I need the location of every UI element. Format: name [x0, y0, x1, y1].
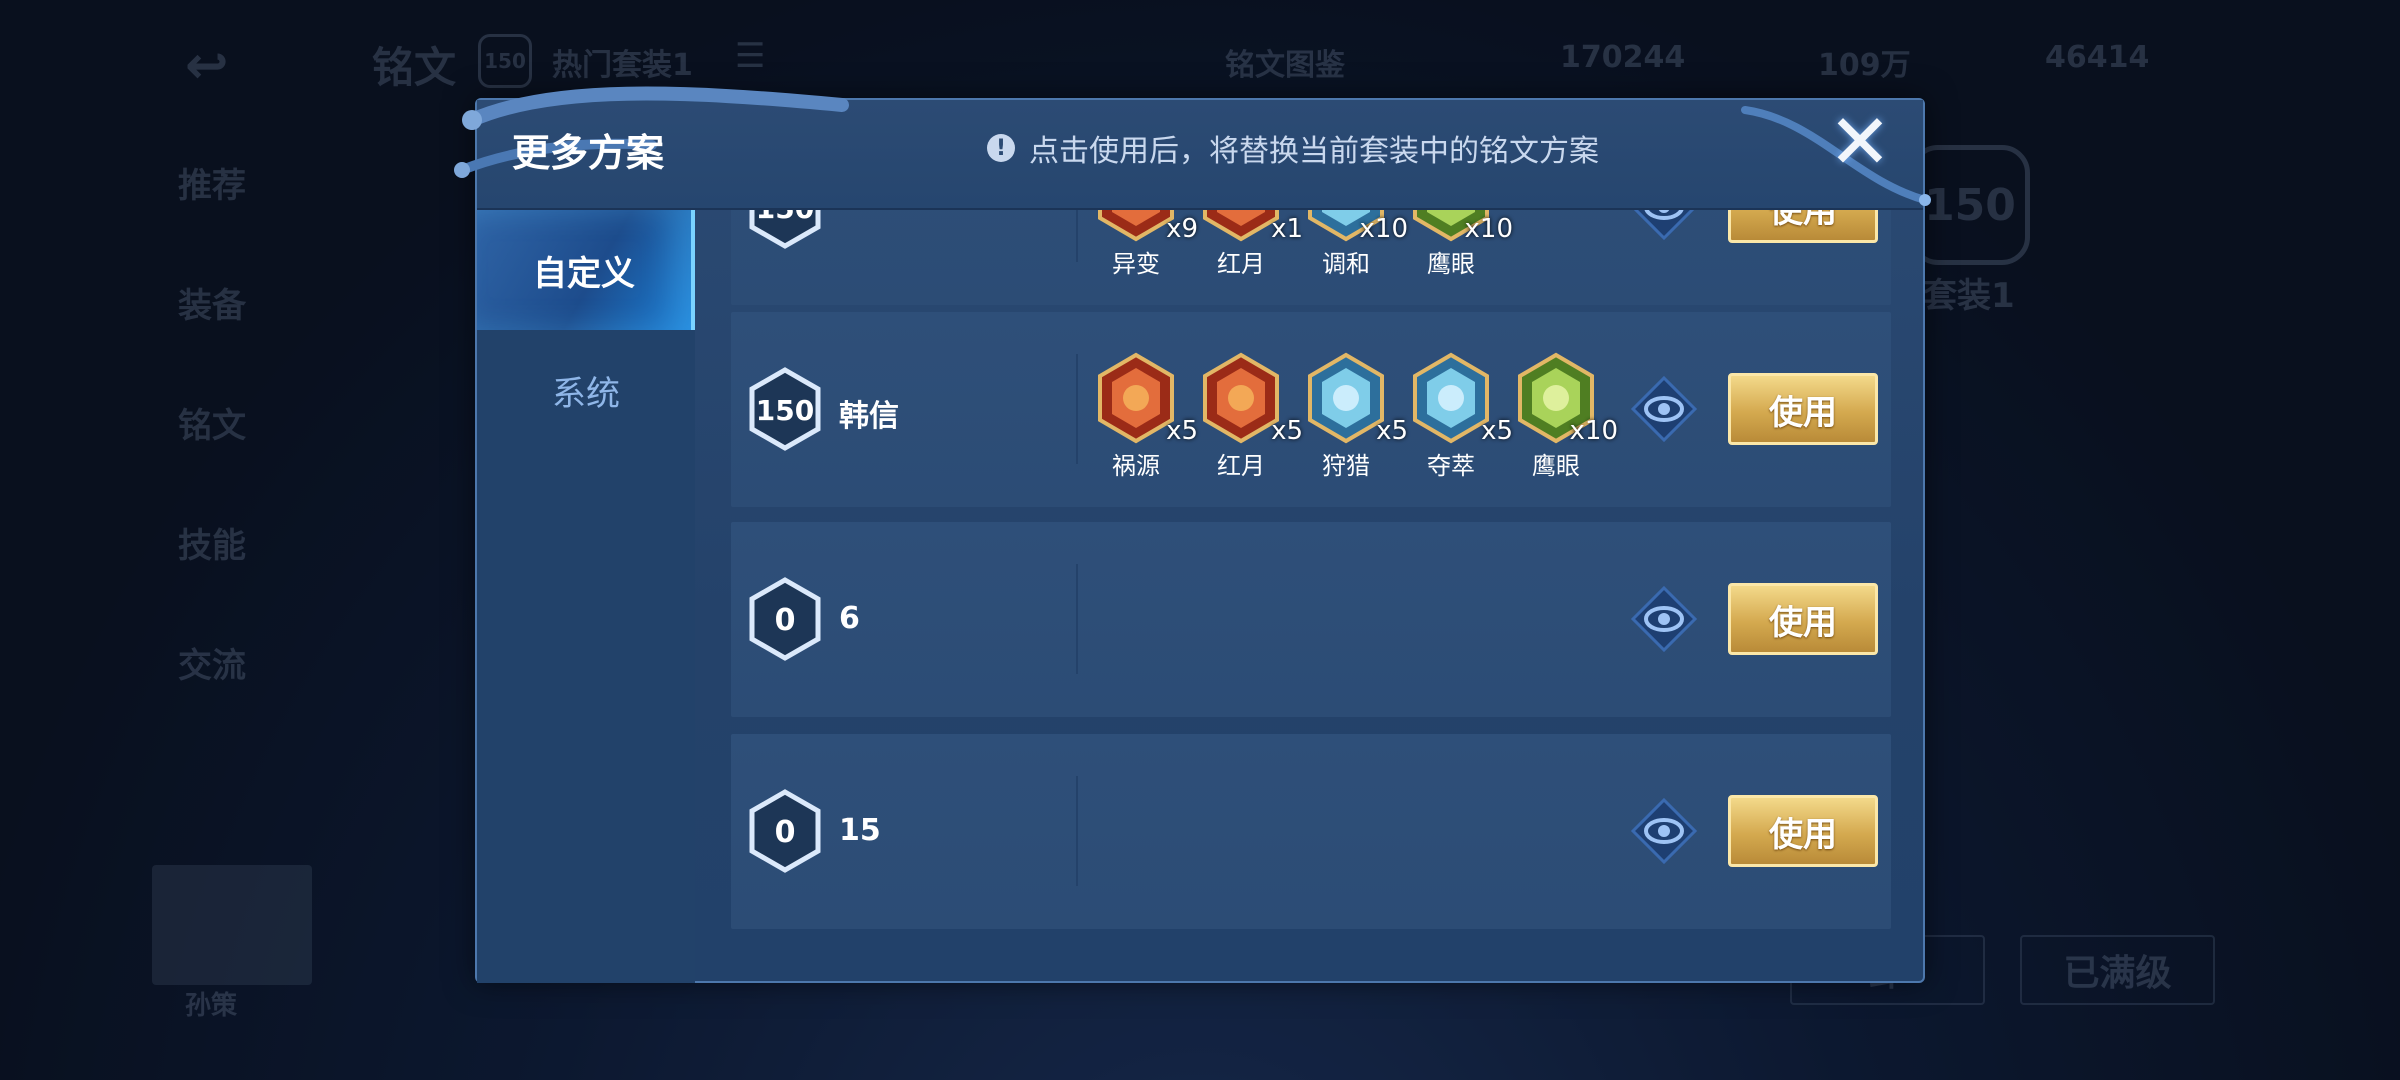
rune-item[interactable]: x5 红月	[1201, 352, 1303, 481]
rune-blue-icon	[1413, 352, 1489, 444]
row-divider	[1076, 354, 1078, 464]
rune-name: 鹰眼	[1532, 452, 1580, 480]
rune-name: 红月	[1217, 452, 1265, 480]
rune-red-icon	[1098, 352, 1174, 444]
rune-count: x10	[1464, 214, 1513, 244]
more-plans-modal: 更多方案 ! 点击使用后，将替换当前套装中的铭文方案 ✕ 自定义 系统 150 …	[454, 86, 1931, 983]
plan-list[interactable]: 150 x9 异变 x1 红月 x10 调	[731, 210, 1891, 970]
row-divider	[1076, 776, 1078, 886]
plan-row: 0 15 使用	[731, 734, 1891, 929]
level-hex-icon: 150	[749, 210, 821, 249]
row-divider	[1076, 564, 1078, 674]
rune-count: x9	[1166, 214, 1198, 244]
use-button[interactable]: 使用	[1728, 373, 1878, 445]
rune-count: x5	[1271, 416, 1303, 446]
modal-hint: ! 点击使用后，将替换当前套装中的铭文方案	[987, 126, 1599, 170]
rune-name: 狩猎	[1322, 452, 1370, 480]
level-value: 150	[756, 394, 814, 427]
rune-name: 祸源	[1112, 452, 1160, 480]
modal-header: 更多方案 ! 点击使用后，将替换当前套装中的铭文方案 ✕	[454, 86, 1931, 210]
rune-name: 红月	[1217, 250, 1265, 278]
rune-red-icon	[1203, 352, 1279, 444]
eye-icon[interactable]	[1631, 210, 1697, 240]
rune-item[interactable]: x10 鹰眼	[1516, 352, 1618, 481]
rune-count: x10	[1359, 214, 1408, 244]
plan-row: 0 6 使用	[731, 522, 1891, 717]
rune-count: x5	[1166, 416, 1198, 446]
rune-red-icon	[1098, 210, 1174, 242]
rune-count: x10	[1569, 416, 1618, 446]
rune-name: 调和	[1322, 250, 1370, 278]
rune-count: x5	[1376, 416, 1408, 446]
tab-system[interactable]: 系统	[477, 330, 695, 450]
rune-item[interactable]: x1 红月	[1201, 210, 1303, 279]
use-button[interactable]: 使用	[1728, 583, 1878, 655]
rune-item[interactable]: x9 异变	[1096, 210, 1198, 279]
rune-item[interactable]: x10 调和	[1306, 210, 1408, 279]
plan-tabs: 自定义 系统	[477, 210, 695, 983]
plan-name: 15	[839, 813, 881, 848]
exclamation-icon: !	[987, 134, 1015, 162]
use-button[interactable]: 使用	[1728, 210, 1878, 243]
plan-name: 6	[839, 601, 860, 636]
rune-count: x1	[1271, 214, 1303, 244]
rune-name: 异变	[1112, 250, 1160, 278]
rune-blue-icon	[1308, 352, 1384, 444]
rune-red-icon	[1203, 210, 1279, 242]
hint-text: 点击使用后，将替换当前套装中的铭文方案	[1029, 134, 1599, 169]
rune-item[interactable]: x5 夺萃	[1411, 352, 1513, 481]
close-button[interactable]: ✕	[1825, 104, 1895, 180]
plan-row: 150 韩信 x5 祸源 x5 红月 x5 狩猎 x5 夺萃 x10 鹰眼 使用	[731, 312, 1891, 507]
rune-name: 鹰眼	[1427, 250, 1475, 278]
level-value: 0	[775, 815, 796, 850]
plan-name: 韩信	[839, 399, 899, 434]
eye-icon[interactable]	[1631, 586, 1697, 652]
rune-item[interactable]: x10 鹰眼	[1411, 210, 1513, 279]
tab-custom[interactable]: 自定义	[477, 210, 695, 330]
modal-title: 更多方案	[512, 131, 665, 175]
rune-item[interactable]: x5 祸源	[1096, 352, 1198, 481]
level-hex-icon: 150	[749, 367, 821, 451]
row-divider	[1076, 210, 1078, 262]
eye-icon[interactable]	[1631, 376, 1697, 442]
list-fade	[731, 940, 1891, 970]
rune-name: 夺萃	[1427, 452, 1475, 480]
rune-count: x5	[1481, 416, 1513, 446]
level-value: 150	[756, 210, 814, 225]
level-hex-icon: 0	[749, 577, 821, 661]
rune-item[interactable]: x5 狩猎	[1306, 352, 1408, 481]
use-button[interactable]: 使用	[1728, 795, 1878, 867]
plan-row: 150 x9 异变 x1 红月 x10 调	[731, 210, 1891, 305]
level-value: 0	[775, 603, 796, 638]
level-hex-icon: 0	[749, 789, 821, 873]
eye-icon[interactable]	[1631, 798, 1697, 864]
